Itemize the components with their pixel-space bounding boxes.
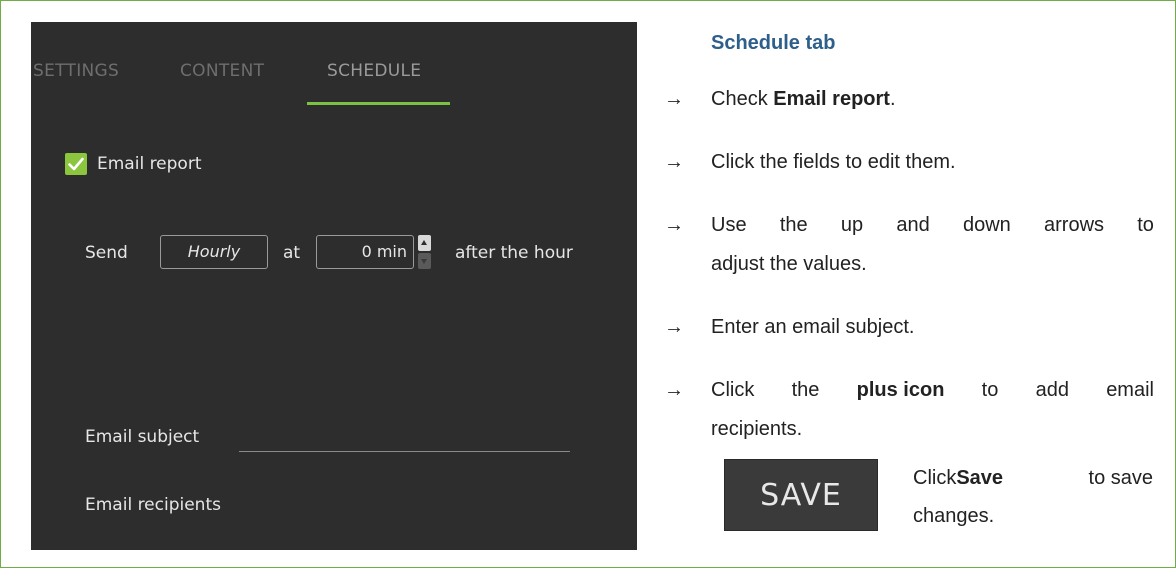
step-3-line-2: adjust the values. [711, 253, 867, 275]
tab-schedule[interactable]: SCHEDULE [327, 61, 421, 81]
tab-content[interactable]: CONTENT [180, 61, 264, 81]
stepper-up-arrow-icon[interactable] [418, 235, 431, 251]
email-recipients-label: Email recipients [85, 495, 221, 515]
step-5-line-1: Click the plus icon to add email [711, 379, 1154, 401]
instructions-title: Schedule tab [711, 32, 836, 54]
step-2-text: Click the fields to edit them. [711, 151, 956, 173]
email-subject-input[interactable] [239, 451, 570, 452]
send-label: Send [85, 243, 128, 263]
email-report-label: Email report [97, 154, 202, 174]
tab-bar: SETTINGS CONTENT SCHEDULE [31, 22, 637, 112]
document-frame: SETTINGS CONTENT SCHEDULE Email report S… [0, 0, 1176, 568]
schedule-panel: SETTINGS CONTENT SCHEDULE Email report S… [31, 22, 637, 550]
step-3-line-1: Use the up and down arrows to [711, 214, 1154, 236]
save-note: Click Save to save changes. [913, 467, 1153, 527]
arrow-icon: → [664, 316, 684, 338]
save-button[interactable]: SAVE [724, 459, 878, 531]
step-1-text: Check [711, 88, 774, 110]
checkmark-icon [68, 157, 84, 171]
step-1-text-end: . [889, 88, 896, 110]
step-4-text: Enter an email subject. [711, 316, 915, 338]
frequency-field[interactable]: Hourly [160, 235, 268, 269]
arrow-icon: → [664, 151, 684, 173]
minutes-stepper [418, 235, 431, 269]
arrow-icon: → [664, 379, 684, 401]
after-the-hour-label: after the hour [455, 243, 573, 263]
active-tab-indicator [307, 102, 450, 105]
tab-settings[interactable]: SETTINGS [33, 61, 119, 81]
step-5-line-2: recipients. [711, 418, 803, 440]
email-subject-label: Email subject [85, 427, 200, 447]
arrow-icon: → [664, 214, 684, 236]
email-report-checkbox[interactable] [65, 153, 87, 175]
stepper-down-arrow-icon[interactable] [418, 253, 431, 269]
step-1-bold: Email report [773, 88, 890, 110]
at-label: at [283, 243, 301, 263]
arrow-icon: → [664, 88, 684, 110]
minutes-field[interactable]: 0 min [316, 235, 414, 269]
